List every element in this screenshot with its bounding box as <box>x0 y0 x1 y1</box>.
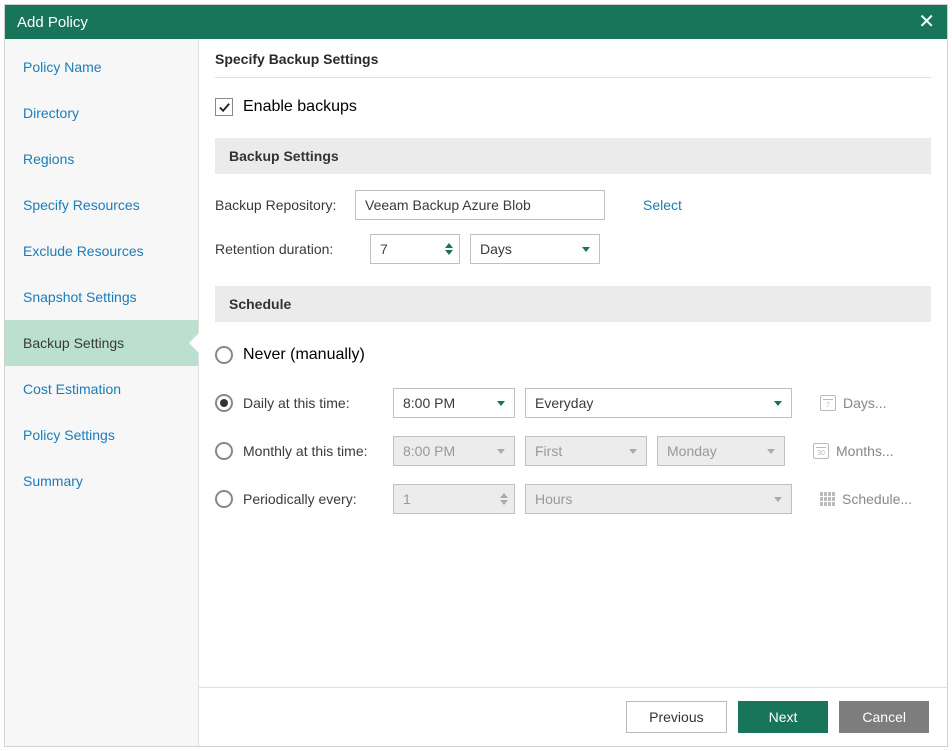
repo-select-link[interactable]: Select <box>643 197 682 213</box>
retention-value-stepper[interactable] <box>370 234 460 264</box>
monthly-time-select: 8:00 PM <box>393 436 515 466</box>
dialog-footer: Previous Next Cancel <box>199 687 947 746</box>
schedule-periodic-label: Periodically every: <box>243 491 383 507</box>
repo-label: Backup Repository: <box>215 197 345 213</box>
schedule-daily-radio[interactable] <box>215 394 233 412</box>
chevron-down-icon <box>582 247 590 252</box>
dialog-title: Add Policy <box>17 14 88 31</box>
monthly-months-link[interactable]: 30 Months... <box>813 443 901 459</box>
enable-backups-checkbox[interactable] <box>215 98 233 116</box>
wizard-sidebar: Policy Name Directory Regions Specify Re… <box>5 39 199 746</box>
sidebar-item-exclude-resources[interactable]: Exclude Resources <box>5 228 198 274</box>
retention-value-input[interactable] <box>371 235 431 263</box>
schedule-header: Schedule <box>215 286 931 322</box>
calendar-icon: 7 <box>820 395 836 411</box>
backup-settings-header: Backup Settings <box>215 138 931 174</box>
titlebar: Add Policy ✕ <box>5 5 947 39</box>
dialog-body: Policy Name Directory Regions Specify Re… <box>5 39 947 746</box>
chevron-down-icon <box>497 449 505 454</box>
daily-days-link[interactable]: 7 Days... <box>820 395 908 411</box>
schedule-periodic-radio[interactable] <box>215 490 233 508</box>
periodic-unit-select: Hours <box>525 484 792 514</box>
periodic-schedule-link[interactable]: Schedule... <box>820 491 912 507</box>
sidebar-item-regions[interactable]: Regions <box>5 136 198 182</box>
chevron-up-icon <box>500 493 508 498</box>
sidebar-item-backup-settings[interactable]: Backup Settings <box>5 320 198 366</box>
chevron-down-icon[interactable] <box>445 250 453 255</box>
sidebar-item-policy-settings[interactable]: Policy Settings <box>5 412 198 458</box>
previous-button[interactable]: Previous <box>626 701 726 733</box>
sidebar-item-summary[interactable]: Summary <box>5 458 198 504</box>
schedule-daily-label: Daily at this time: <box>243 395 383 411</box>
chevron-down-icon <box>767 449 775 454</box>
monthly-ordinal-select: First <box>525 436 647 466</box>
retention-unit-value: Days <box>480 241 512 257</box>
chevron-down-icon <box>629 449 637 454</box>
monthly-day-select: Monday <box>657 436 785 466</box>
sidebar-item-cost-estimation[interactable]: Cost Estimation <box>5 366 198 412</box>
daily-day-select[interactable]: Everyday <box>525 388 792 418</box>
add-policy-dialog: Add Policy ✕ Policy Name Directory Regio… <box>4 4 948 747</box>
chevron-down-icon <box>497 401 505 406</box>
repo-input[interactable] <box>355 190 605 220</box>
grid-icon <box>820 492 835 506</box>
calendar-icon: 30 <box>813 443 829 459</box>
main-panel: Specify Backup Settings Enable backups B… <box>199 39 947 746</box>
enable-backups-row: Enable backups <box>215 98 931 116</box>
next-button[interactable]: Next <box>738 701 829 733</box>
sidebar-item-snapshot-settings[interactable]: Snapshot Settings <box>5 274 198 320</box>
periodic-value-input <box>394 485 454 513</box>
chevron-up-icon[interactable] <box>445 243 453 248</box>
schedule-monthly-radio[interactable] <box>215 442 233 460</box>
cancel-button[interactable]: Cancel <box>839 701 929 733</box>
schedule-monthly-label: Monthly at this time: <box>243 443 383 459</box>
retention-label: Retention duration: <box>215 241 360 257</box>
periodic-value-stepper <box>393 484 515 514</box>
enable-backups-label: Enable backups <box>243 98 357 116</box>
chevron-down-icon <box>500 500 508 505</box>
daily-time-select[interactable]: 8:00 PM <box>393 388 515 418</box>
schedule-never-radio[interactable] <box>215 346 233 364</box>
chevron-down-icon <box>774 497 782 502</box>
schedule-never-label: Never (manually) <box>243 346 365 364</box>
checkmark-icon <box>218 101 231 114</box>
sidebar-item-specify-resources[interactable]: Specify Resources <box>5 182 198 228</box>
sidebar-item-directory[interactable]: Directory <box>5 90 198 136</box>
sidebar-item-policy-name[interactable]: Policy Name <box>5 44 198 90</box>
page-title: Specify Backup Settings <box>215 51 931 77</box>
close-icon[interactable]: ✕ <box>918 12 935 32</box>
retention-unit-select[interactable]: Days <box>470 234 600 264</box>
chevron-down-icon <box>774 401 782 406</box>
